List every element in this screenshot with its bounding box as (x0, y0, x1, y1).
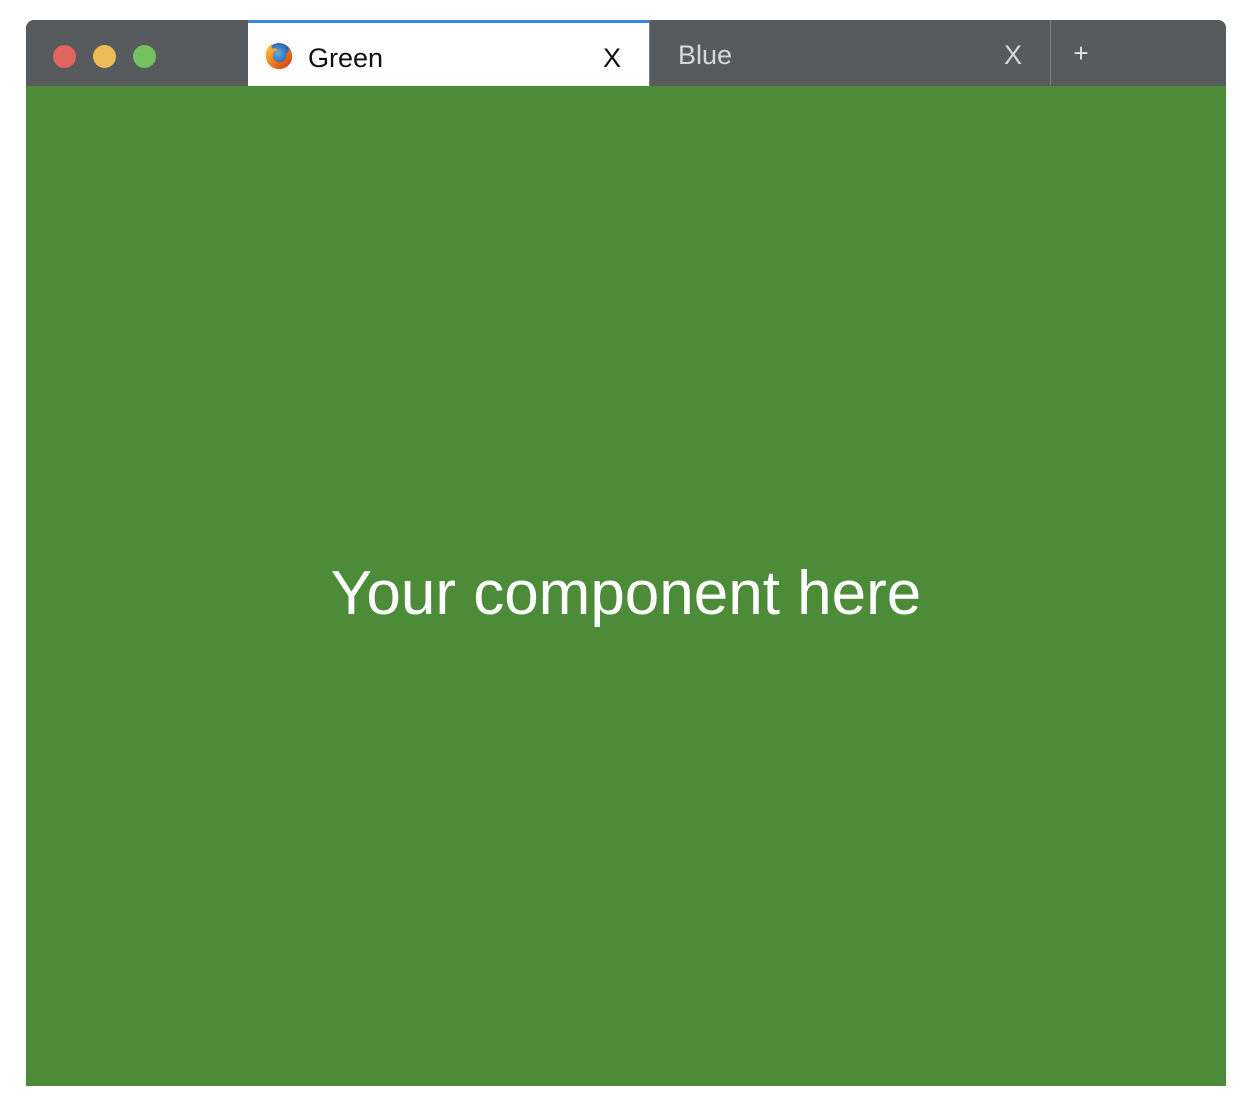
browser-window: Green X Blue X + Your component here (26, 20, 1226, 1086)
tab-blue[interactable]: Blue X (649, 20, 1051, 86)
tab-title: Blue (678, 40, 733, 70)
tab-green[interactable]: Green X (248, 20, 649, 86)
window-zoom-button[interactable] (133, 45, 156, 68)
firefox-icon (263, 40, 295, 72)
tab-bar: Green X Blue X + (26, 20, 1226, 86)
window-minimize-button[interactable] (93, 45, 116, 68)
tab-close-button[interactable]: X (998, 39, 1028, 71)
new-tab-button[interactable]: + (1066, 37, 1096, 69)
window-close-button[interactable] (53, 45, 76, 68)
tab-title: Green (308, 43, 384, 73)
component-placeholder-text: Your component here (330, 559, 922, 628)
tab-close-button[interactable]: X (597, 42, 627, 74)
tab-content-area: Your component here (26, 86, 1226, 1086)
